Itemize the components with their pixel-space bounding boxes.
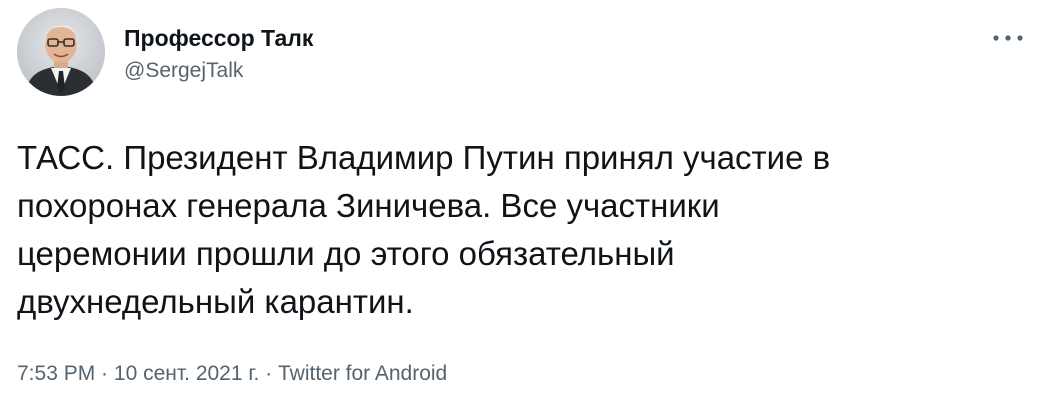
tweet-text: ТАСС. Президент Владимир Путин принял уч… (17, 139, 831, 320)
meta-separator: · (95, 362, 114, 385)
tweet-card: Профессор Талк @SergejTalk ТАСС. Президе… (0, 0, 1042, 408)
tweet-time-link[interactable]: 7:53 PM (17, 362, 95, 385)
tweet-metadata: 7:53 PM · 10 сент. 2021 г. · Twitter for… (17, 362, 447, 386)
author-display-name[interactable]: Профессор Талк (124, 25, 313, 52)
meta-separator: · (259, 362, 278, 385)
tweet-source-link[interactable]: Twitter for Android (278, 362, 447, 385)
tweet-date-link[interactable]: 10 сент. 2021 г. (114, 362, 259, 385)
person-avatar-photo-icon (17, 8, 105, 96)
more-options-button[interactable] (988, 26, 1028, 50)
author-handle[interactable]: @SergejTalk (124, 59, 243, 83)
author-avatar[interactable] (17, 8, 105, 96)
more-horizontal-icon (993, 35, 1023, 41)
